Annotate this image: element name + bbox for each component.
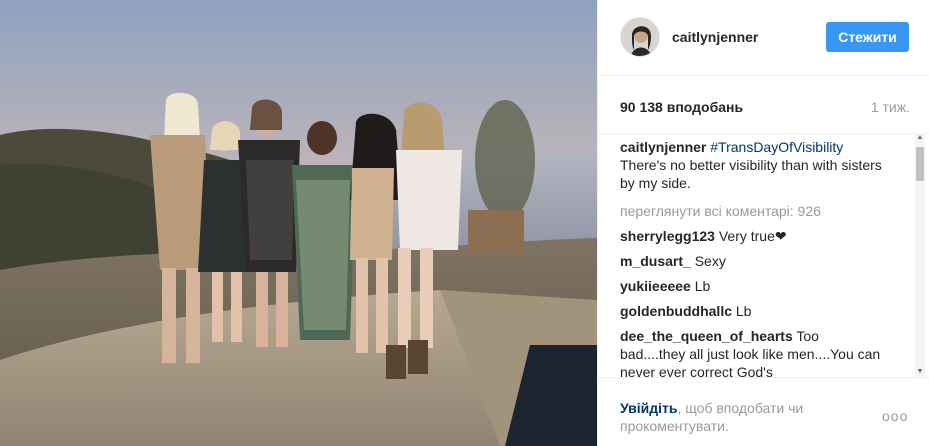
scroll-up-arrow-icon[interactable]: ▲ [915, 133, 925, 143]
author-avatar[interactable] [620, 17, 660, 57]
comment-username[interactable]: sherrylegg123 [620, 228, 715, 244]
view-all-comments-link[interactable]: переглянути всі коментарі: 926 [620, 202, 888, 220]
comment-username[interactable]: m_dusart_ [620, 253, 691, 269]
post-side-panel: caitlynjenner Стежити 90 138 вподобань 1… [597, 0, 929, 446]
caption-text: There's no better visibility than with s… [620, 157, 882, 191]
likes-count[interactable]: 90 138 вподобань [620, 99, 743, 115]
post-footer: Увійдіть, щоб вподобати чи прокоментуват… [598, 377, 929, 446]
login-link[interactable]: Увійдіть [620, 400, 678, 416]
comment-text: Lb [735, 303, 752, 319]
likes-row: 90 138 вподобань 1 тиж. [620, 99, 910, 119]
comment-item: dee_the_queen_of_hearts Too bad....they … [620, 327, 888, 377]
comment-item: yukiieeeee Lb [620, 277, 888, 295]
follow-button[interactable]: Стежити [826, 22, 909, 52]
scrollbar-thumb[interactable] [916, 147, 924, 181]
avatar-photo-icon [621, 18, 659, 56]
comment-item: goldenbuddhallc Lb [620, 302, 888, 320]
comment-username[interactable]: goldenbuddhallc [620, 303, 732, 319]
comment-text: Lb [694, 278, 711, 294]
comments-scrollbar[interactable]: ▲ ▼ [915, 133, 925, 377]
post-time[interactable]: 1 тиж. [871, 99, 910, 115]
caption: caitlynjenner #TransDayOfVisibility Ther… [620, 138, 888, 192]
scroll-down-arrow-icon[interactable]: ▼ [915, 367, 925, 377]
comment-item: m_dusart_ Sexy [620, 252, 888, 270]
comments-content: caitlynjenner #TransDayOfVisibility Ther… [620, 138, 888, 377]
instagram-post: caitlynjenner Стежити 90 138 вподобань 1… [0, 0, 929, 446]
caption-username[interactable]: caitlynjenner [620, 139, 706, 155]
group-photo-image [0, 0, 597, 446]
comment-item: sherrylegg123 Very true❤ [620, 227, 888, 245]
caption-hashtag[interactable]: #TransDayOfVisibility [710, 139, 843, 155]
comments-list[interactable]: caitlynjenner #TransDayOfVisibility Ther… [598, 133, 929, 377]
post-photo[interactable] [0, 0, 597, 446]
comment-text: Sexy [694, 253, 726, 269]
comment-username[interactable]: yukiieeeee [620, 278, 691, 294]
comment-text: Very true❤ [718, 228, 787, 244]
login-prompt: Увійдіть, щоб вподобати чи прокоментуват… [620, 399, 850, 435]
ellipsis-icon[interactable]: ооо [882, 408, 908, 424]
comment-username[interactable]: dee_the_queen_of_hearts [620, 328, 793, 344]
post-header: caitlynjenner Стежити [598, 0, 929, 76]
author-username[interactable]: caitlynjenner [672, 29, 758, 45]
comment-rows: sherrylegg123 Very true❤ m_dusart_ Sexy yu… [620, 227, 888, 377]
